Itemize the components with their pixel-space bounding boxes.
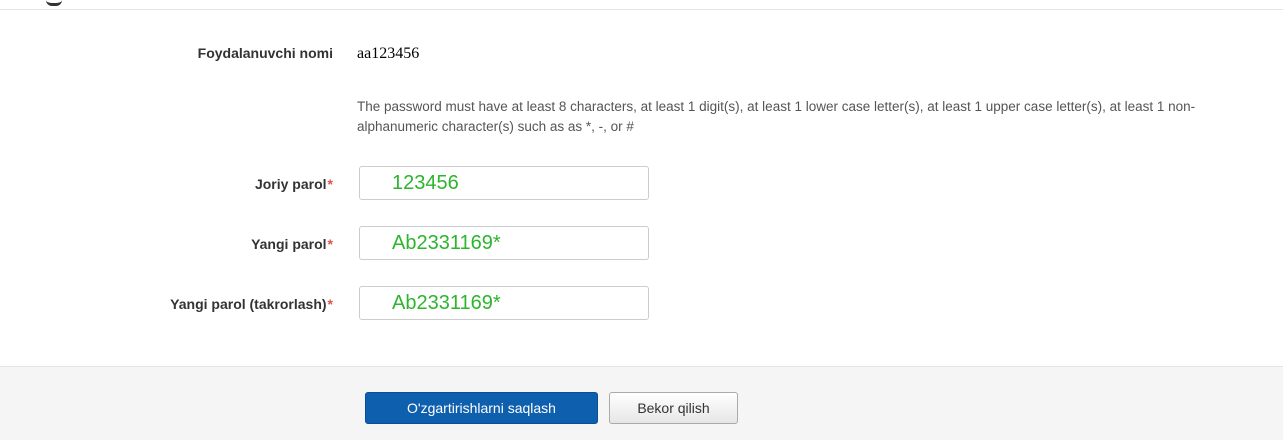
username-label: Foydalanuvchi nomi (197, 45, 333, 61)
required-marker: * (327, 236, 333, 252)
cancel-button[interactable]: Bekor qilish (609, 392, 738, 424)
current-password-input[interactable] (359, 166, 649, 200)
new-password-label: Yangi parol* (251, 236, 333, 252)
current-password-label: Joriy parol* (254, 176, 333, 192)
required-marker: * (327, 176, 333, 192)
header-divider (0, 0, 1283, 10)
confirm-password-input[interactable] (359, 286, 649, 320)
new-password-input[interactable] (359, 226, 649, 260)
password-policy-text: The password must have at least 8 charac… (357, 99, 1196, 134)
confirm-password-label: Yangi parol (takrorlash)* (170, 296, 333, 312)
username-value: aa123456 (357, 45, 420, 62)
save-changes-button[interactable]: O'zgartirishlarni saqlash (365, 392, 598, 424)
required-marker: * (327, 296, 333, 312)
